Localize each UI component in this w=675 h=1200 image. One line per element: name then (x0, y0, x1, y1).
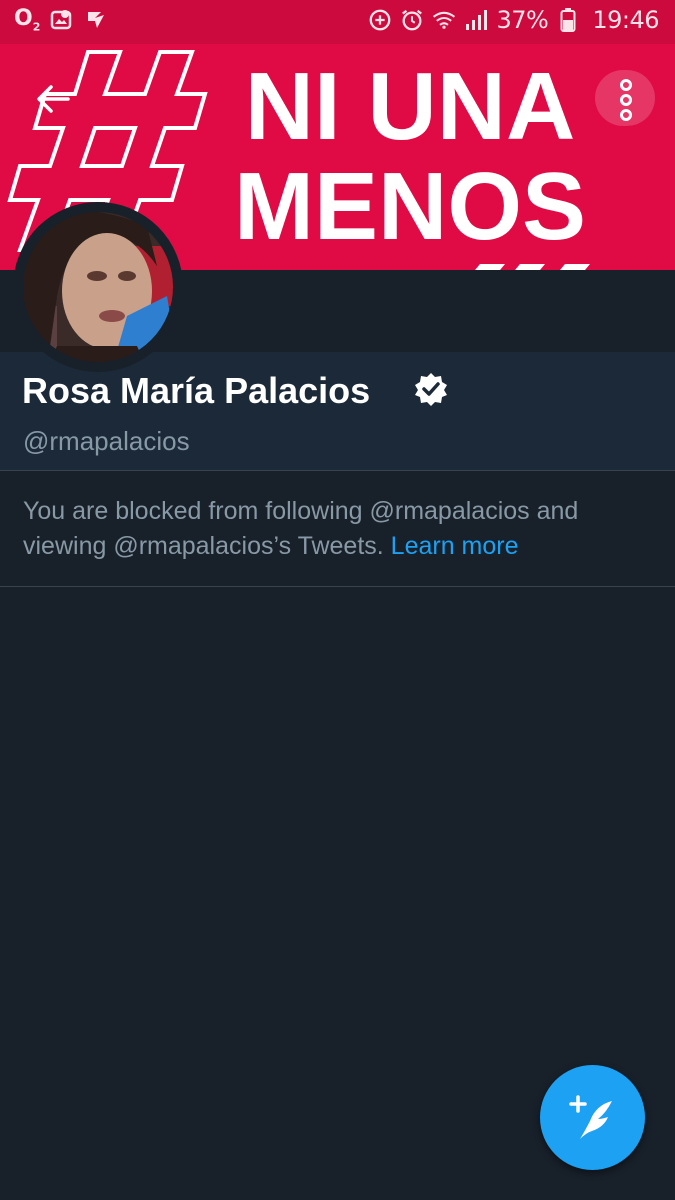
clock: 19:46 (592, 6, 659, 34)
banner-text-line1: NI UNA (245, 53, 576, 160)
verified-badge-icon (415, 373, 447, 406)
avatar[interactable] (17, 206, 179, 368)
profile-header: Rosa María Palacios @rmapalacios (0, 352, 675, 470)
display-name: Rosa María Palacios (22, 370, 371, 411)
profile-handle: @rmapalacios (23, 426, 190, 456)
data-saver-icon (368, 8, 392, 32)
blocked-notice: You are blocked from following @rmapalac… (23, 494, 653, 564)
compose-tweet-icon (568, 1094, 612, 1139)
more-vertical-icon (620, 79, 632, 121)
arrow-left-icon (37, 85, 70, 113)
signal-icon (464, 8, 488, 32)
banner-text-line2: MENOS (234, 153, 586, 260)
back-button[interactable] (30, 76, 76, 122)
avatar-photo (19, 208, 177, 366)
gallery-icon (50, 8, 74, 32)
alarm-icon (400, 8, 424, 32)
carrier-label: O2 (14, 6, 41, 34)
divider (0, 586, 675, 587)
checkmark-app-icon (84, 8, 108, 32)
compose-tweet-button[interactable] (540, 1065, 645, 1170)
divider (0, 470, 675, 471)
status-bar: O2 37% 19:46 (0, 0, 675, 44)
battery-icon (556, 8, 580, 32)
learn-more-link[interactable]: Learn more (391, 532, 519, 560)
more-options-button[interactable] (598, 72, 654, 128)
wifi-icon (432, 8, 456, 32)
battery-percentage: 37% (496, 6, 549, 34)
